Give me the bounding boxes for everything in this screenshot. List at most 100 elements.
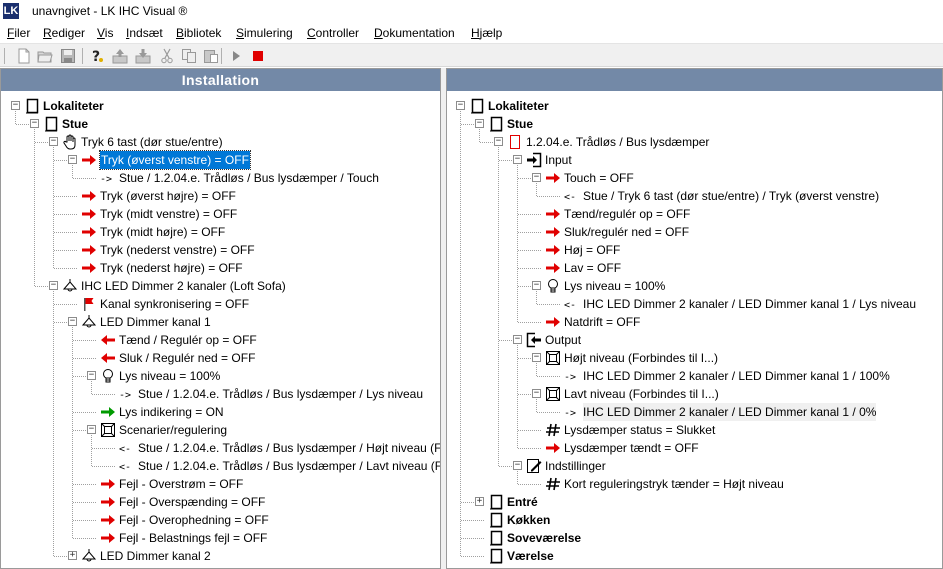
- menu-hjælp[interactable]: Hjælp: [471, 26, 502, 40]
- menu-dokumentation[interactable]: Dokumentation: [374, 26, 455, 40]
- tree-row[interactable]: − Tryk (øverst venstre) = OFF: [1, 150, 440, 170]
- tree-node-label[interactable]: IHC LED Dimmer 2 kanaler / LED Dimmer ka…: [583, 403, 877, 421]
- tree-node-label[interactable]: Højt niveau (Forbindes til I...): [564, 349, 718, 367]
- tree-row[interactable]: Natdrift = OFF: [447, 313, 942, 331]
- tree-node-label[interactable]: Input: [545, 151, 572, 169]
- tree-row[interactable]: <- Stue / Tryk 6 tast (dør stue/entre) / …: [447, 187, 942, 205]
- cut-icon[interactable]: [159, 48, 175, 64]
- tree-node-label[interactable]: Touch = OFF: [564, 169, 634, 187]
- tree-node-label[interactable]: Stue / Tryk 6 tast (dør stue/entre) / Tr…: [583, 187, 879, 205]
- tree-node-label[interactable]: Køkken: [507, 511, 550, 529]
- tree-node-label[interactable]: Lys indikering = ON: [119, 403, 224, 421]
- tree-node-label[interactable]: Lavt niveau (Forbindes til I...): [564, 385, 719, 403]
- collapse-icon[interactable]: −: [532, 389, 541, 398]
- tree-node-label[interactable]: Fejl - Overstrøm = OFF: [119, 475, 243, 493]
- tree-row[interactable]: − Højt niveau (Forbindes til I...): [447, 349, 942, 367]
- tree-row[interactable]: Fejl - Overophedning = OFF: [1, 511, 440, 529]
- tree-row[interactable]: Fejl - Belastnings fejl = OFF: [1, 529, 440, 547]
- tree-row[interactable]: − Touch = OFF: [447, 169, 942, 187]
- tree-node-label[interactable]: Natdrift = OFF: [564, 313, 640, 331]
- tree-row[interactable]: − Tryk 6 tast (dør stue/entre): [1, 133, 440, 151]
- tree-row[interactable]: − Lys niveau = 100%: [1, 367, 440, 385]
- tree-node-label[interactable]: Output: [545, 331, 581, 349]
- collapse-icon[interactable]: −: [532, 281, 541, 290]
- paste-icon[interactable]: [203, 48, 219, 64]
- open-folder-icon[interactable]: [37, 48, 53, 64]
- collapse-icon[interactable]: −: [513, 155, 522, 164]
- tree-row[interactable]: -> IHC LED Dimmer 2 kanaler / LED Dimmer …: [447, 367, 942, 385]
- collapse-icon[interactable]: −: [513, 335, 522, 344]
- tree-node-label[interactable]: Værelse: [507, 547, 554, 565]
- help-icon[interactable]: ?: [89, 48, 105, 65]
- collapse-icon[interactable]: −: [532, 353, 541, 362]
- tree-row[interactable]: − IHC LED Dimmer 2 kanaler (Loft Sofa): [1, 277, 440, 295]
- tree-row[interactable]: -> IHC LED Dimmer 2 kanaler / LED Dimmer …: [447, 403, 942, 421]
- tree-node-label[interactable]: Indstillinger: [545, 457, 606, 475]
- tree-row[interactable]: -> Stue / 1.2.04.e. Trådløs / Bus lysdæmp…: [1, 169, 440, 187]
- collapse-icon[interactable]: −: [11, 101, 20, 110]
- collapse-icon[interactable]: −: [49, 137, 58, 146]
- tree-node-label[interactable]: Tryk (nederst højre) = OFF: [100, 259, 243, 277]
- upload-icon[interactable]: [112, 48, 128, 64]
- tree-node-label[interactable]: 1.2.04.e. Trådløs / Bus lysdæmper: [526, 133, 709, 151]
- tree-row[interactable]: Fejl - Overstrøm = OFF: [1, 475, 440, 493]
- menu-rediger[interactable]: Rediger: [43, 26, 85, 40]
- tree-node-label[interactable]: Lokaliteter: [43, 97, 104, 115]
- save-icon[interactable]: [60, 48, 76, 64]
- stop-icon[interactable]: [250, 48, 266, 64]
- tree-node-label[interactable]: Entré: [507, 493, 538, 511]
- tree-node-label[interactable]: Tænd / Regulér op = OFF: [119, 331, 257, 349]
- play-icon[interactable]: [228, 48, 244, 64]
- tree-node-label[interactable]: Kort reguleringstryk tænder = Højt nivea…: [564, 475, 784, 493]
- tree-row[interactable]: − Input: [447, 151, 942, 169]
- collapse-icon[interactable]: −: [68, 155, 77, 164]
- tree-node-label[interactable]: Tryk (midt venstre) = OFF: [100, 205, 237, 223]
- tree-node-label[interactable]: Lysdæmper status = Slukket: [564, 421, 715, 439]
- tree-node-label[interactable]: Lysdæmper tændt = OFF: [564, 439, 699, 457]
- tree-node-label[interactable]: Stue: [62, 115, 88, 133]
- tree-node-label[interactable]: Soveværelse: [507, 529, 581, 547]
- collapse-icon[interactable]: −: [87, 425, 96, 434]
- tree-row[interactable]: Tænd / Regulér op = OFF: [1, 331, 440, 349]
- tree-row[interactable]: Sluk / Regulér ned = OFF: [1, 349, 440, 367]
- tree-row[interactable]: <- IHC LED Dimmer 2 kanaler / LED Dimmer …: [447, 295, 942, 313]
- tree-node-label[interactable]: LED Dimmer kanal 2: [100, 547, 211, 565]
- tree-node-label[interactable]: Stue / 1.2.04.e. Trådløs / Bus lysdæmper…: [138, 457, 440, 475]
- tree-node-label[interactable]: Kanal synkronisering = OFF: [100, 295, 249, 313]
- menu-indsæt[interactable]: Indsæt: [126, 26, 163, 40]
- download-icon[interactable]: [135, 48, 151, 64]
- tree-row[interactable]: Lysdæmper tændt = OFF: [447, 439, 942, 457]
- collapse-icon[interactable]: −: [456, 101, 465, 110]
- tree-row[interactable]: <- Stue / 1.2.04.e. Trådløs / Bus lysdæmp…: [1, 457, 440, 475]
- collapse-icon[interactable]: −: [30, 119, 39, 128]
- tree-row[interactable]: − Scenarier/regulering: [1, 421, 440, 439]
- collapse-icon[interactable]: −: [532, 173, 541, 182]
- tree-node-label[interactable]: Stue / 1.2.04.e. Trådløs / Bus lysdæmper…: [138, 385, 423, 403]
- tree-row[interactable]: − Lys niveau = 100%: [447, 277, 942, 295]
- tree-node-label[interactable]: LED Dimmer kanal 1: [100, 313, 211, 331]
- collapse-icon[interactable]: −: [513, 461, 522, 470]
- tree-row[interactable]: − Lokaliteter: [1, 97, 440, 115]
- tree-row[interactable]: − LED Dimmer kanal 1: [1, 313, 440, 331]
- tree-node-label[interactable]: Tryk (nederst venstre) = OFF: [100, 241, 255, 259]
- tree-row[interactable]: − Output: [447, 331, 942, 349]
- tree-row[interactable]: − Stue: [447, 115, 942, 133]
- copy-icon[interactable]: [181, 48, 197, 64]
- tree-node-label[interactable]: Tryk (øverst venstre) = OFF: [99, 150, 251, 170]
- tree-node-label[interactable]: Tryk (midt højre) = OFF: [100, 223, 225, 241]
- tree-row[interactable]: − Lavt niveau (Forbindes til I...): [447, 385, 942, 403]
- tree-row[interactable]: − Stue: [1, 115, 440, 133]
- tree-row[interactable]: Fejl - Overspænding = OFF: [1, 493, 440, 511]
- menu-vis[interactable]: Vis: [97, 26, 113, 40]
- menu-filer[interactable]: Filer: [7, 26, 30, 40]
- tree-node-label[interactable]: Lys niveau = 100%: [119, 367, 220, 385]
- expand-icon[interactable]: +: [475, 497, 484, 506]
- tree-node-label[interactable]: Lav = OFF: [564, 259, 621, 277]
- tree-row[interactable]: Værelse: [447, 547, 942, 565]
- tree-row[interactable]: Lys indikering = ON: [1, 403, 440, 421]
- tree-row[interactable]: Lysdæmper status = Slukket: [447, 421, 942, 439]
- tree-row[interactable]: Tryk (nederst højre) = OFF: [1, 259, 440, 277]
- tree-row[interactable]: Lav = OFF: [447, 259, 942, 277]
- new-document-icon[interactable]: [16, 48, 32, 64]
- tree-node-label[interactable]: Sluk/regulér ned = OFF: [564, 223, 689, 241]
